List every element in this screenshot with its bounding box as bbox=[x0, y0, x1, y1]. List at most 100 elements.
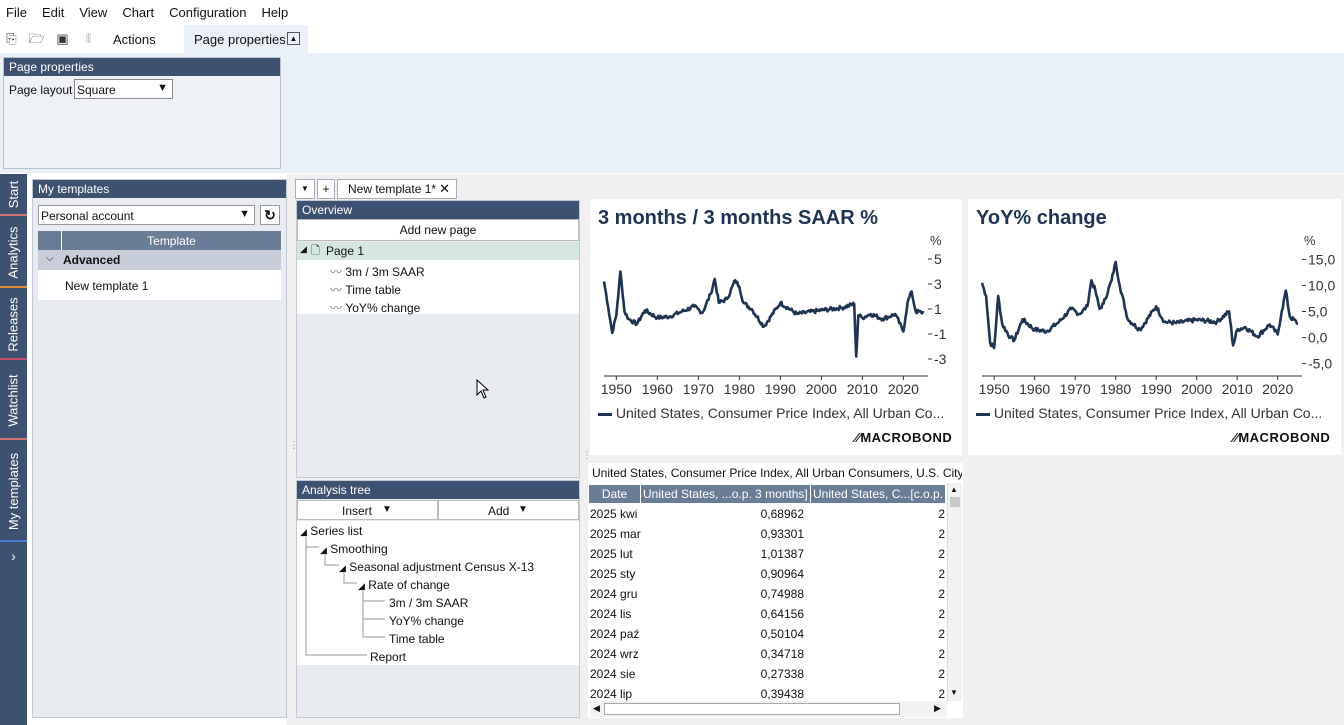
page-layout-label: Page layout bbox=[9, 83, 73, 97]
table-row[interactable]: 2024 paź 0,50104 2 bbox=[590, 624, 945, 644]
menu-edit[interactable]: Edit bbox=[42, 5, 64, 20]
refresh-icon[interactable]: ↻ bbox=[260, 205, 280, 225]
vertical-scrollbar[interactable]: ▲ ▼ bbox=[947, 483, 962, 701]
table-row[interactable]: 2024 wrz 0,34718 2 bbox=[590, 644, 945, 664]
tree-smoothing[interactable]: ◢ Smoothing bbox=[320, 542, 388, 556]
side-tab-bar: Start Analytics Releases Watchlist My te… bbox=[0, 174, 27, 725]
add-tab-button[interactable]: + bbox=[317, 179, 335, 199]
column-header-series-1[interactable]: United States, ...o.p. 3 months] bbox=[641, 485, 811, 503]
page-properties-tab[interactable]: Page properties ▲ bbox=[184, 25, 308, 53]
chevron-down-icon: ▼ bbox=[382, 504, 392, 515]
table-row[interactable]: 2025 lut 1,01387 2 bbox=[590, 544, 945, 564]
side-tab-analytics[interactable]: Analytics bbox=[0, 218, 27, 288]
actions-tab[interactable]: Actions bbox=[113, 32, 156, 47]
collapse-ribbon-icon[interactable]: ▲ bbox=[287, 32, 300, 45]
my-templates-header: My templates bbox=[33, 180, 286, 198]
account-value: Personal account bbox=[41, 209, 134, 223]
side-tab-start[interactable]: Start bbox=[0, 174, 27, 216]
tree-chart-3m-saar[interactable]: 〰 3m / 3m SAAR bbox=[330, 263, 425, 280]
template-group-advanced[interactable]: ⌵ Advanced bbox=[38, 250, 281, 270]
tree-chart-yoy[interactable]: 〰 YoY% change bbox=[330, 299, 420, 316]
account-select[interactable]: Personal account ▼ bbox=[38, 205, 255, 225]
table-cell: 0,74988 bbox=[760, 587, 804, 601]
side-tab-watchlist[interactable]: Watchlist bbox=[0, 362, 27, 440]
tree-time-table[interactable]: 〰 Time table bbox=[330, 281, 401, 298]
y-tick-label: 1 bbox=[934, 301, 942, 317]
chart-card-yoy[interactable]: YoY% change % 15,0 10,0 5,0 0,0 -5,0 1950 1960 1… bbox=[968, 199, 1341, 455]
close-icon[interactable]: ✕ bbox=[439, 180, 450, 198]
table-cell: 2025 kwi bbox=[590, 507, 638, 521]
menu-chart[interactable]: Chart bbox=[122, 5, 154, 20]
scroll-left-icon[interactable]: ◀ bbox=[593, 703, 600, 714]
menu-help[interactable]: Help bbox=[261, 5, 288, 20]
new-document-icon[interactable]: ⎘ bbox=[3, 30, 20, 47]
open-folder-icon[interactable]: 🗁 bbox=[28, 30, 45, 47]
legend-swatch bbox=[976, 412, 990, 416]
x-tick-label: 1970 bbox=[683, 381, 714, 397]
analysis-tree-header: Analysis tree bbox=[297, 481, 579, 499]
table-cell: 0,68962 bbox=[760, 507, 804, 521]
chart-legend: United States, Consumer Price Index, All… bbox=[598, 405, 950, 421]
y-axis-unit: % bbox=[930, 233, 942, 248]
chart-card-saar[interactable]: 3 months / 3 months SAAR % % 5 3 1 -1 -3 1950 1… bbox=[590, 199, 962, 455]
table-row[interactable]: 2025 sty 0,90964 2 bbox=[590, 564, 945, 584]
chart-legend: United States, Consumer Price Index, All… bbox=[976, 405, 1336, 421]
insert-button[interactable]: Insert ▼ bbox=[297, 500, 438, 520]
y-tick-label: -5,0 bbox=[1308, 356, 1332, 372]
y-tick-label: 5 bbox=[934, 251, 942, 267]
table-row[interactable]: 2025 mar 0,93301 2 bbox=[590, 524, 945, 544]
x-tick-label: 1960 bbox=[1019, 381, 1050, 397]
chevron-down-icon: ▼ bbox=[157, 82, 168, 94]
expand-icon[interactable]: › bbox=[0, 546, 27, 566]
page-layout-select[interactable]: Square ▼ bbox=[74, 79, 173, 99]
scroll-down-icon[interactable]: ▼ bbox=[950, 688, 958, 697]
horizontal-scrollbar[interactable]: ◀ ▶ bbox=[590, 701, 947, 717]
expanded-triangle-icon: ◢ bbox=[300, 244, 307, 254]
scroll-right-icon[interactable]: ▶ bbox=[934, 703, 941, 714]
mouse-cursor-icon bbox=[476, 379, 490, 399]
tree-time-table[interactable]: Time table bbox=[389, 632, 445, 646]
tab-new-template[interactable]: New template 1* ✕ bbox=[337, 179, 457, 199]
table-row[interactable]: 2024 lis 0,64156 2 bbox=[590, 604, 945, 624]
document-tab-strip: ▼ + New template 1* ✕ bbox=[295, 179, 580, 199]
menu-view[interactable]: View bbox=[79, 5, 107, 20]
tab-label: New template 1* bbox=[348, 182, 437, 196]
tree-series-list[interactable]: ◢ Series list bbox=[300, 524, 362, 538]
template-item[interactable]: New template 1 bbox=[38, 270, 281, 300]
menu-configuration[interactable]: Configuration bbox=[169, 5, 246, 20]
side-tab-releases[interactable]: Releases bbox=[0, 290, 27, 360]
chevron-down-icon: ▼ bbox=[239, 208, 250, 220]
scroll-up-icon[interactable]: ▲ bbox=[950, 485, 958, 494]
toolbar: ⎘ 🗁 ▣ ⫴ Actions Page properties ▲ bbox=[0, 25, 1344, 53]
scrollbar-thumb[interactable] bbox=[950, 497, 960, 507]
tree-3m-saar[interactable]: 3m / 3m SAAR bbox=[389, 596, 468, 610]
tree-page-1[interactable]: ◢ 🗋 Page 1 bbox=[297, 242, 579, 260]
y-tick-label: 3 bbox=[934, 276, 942, 292]
table-cell: 2 bbox=[938, 567, 945, 581]
table-cell: 0,64156 bbox=[760, 607, 804, 621]
tree-yoy-change[interactable]: YoY% change bbox=[389, 614, 464, 628]
table-cell: 0,90964 bbox=[760, 567, 804, 581]
column-header-series-2[interactable]: United States, C...[c.o.p. 1 bbox=[811, 485, 946, 503]
chart-line-icon: 〰 bbox=[330, 265, 343, 279]
legend-label: United States, Consumer Price Index, All… bbox=[615, 405, 945, 421]
tree-rate-of-change[interactable]: ◢ Rate of change bbox=[358, 578, 450, 592]
table-cell: 2025 lut bbox=[590, 547, 633, 561]
table-row[interactable]: 2025 kwi 0,68962 2 bbox=[590, 504, 945, 524]
series-line bbox=[980, 260, 1299, 350]
tab-list-dropdown[interactable]: ▼ bbox=[295, 179, 315, 199]
add-button[interactable]: Add ▼ bbox=[438, 500, 579, 520]
scrollbar-thumb[interactable] bbox=[604, 703, 900, 715]
table-row[interactable]: 2024 sie 0,27338 2 bbox=[590, 664, 945, 684]
save-icon[interactable]: ▣ bbox=[54, 30, 71, 47]
column-header-date[interactable]: Date bbox=[589, 485, 641, 503]
chevron-down-icon: ⌵ bbox=[46, 253, 54, 264]
add-new-page-button[interactable]: Add new page bbox=[297, 219, 579, 241]
tree-seasonal-adjustment[interactable]: ◢ Seasonal adjustment Census X-13 bbox=[339, 560, 534, 574]
side-tab-my-templates[interactable]: My templates bbox=[0, 442, 27, 542]
x-tick-label: 2020 bbox=[1262, 381, 1293, 397]
table-cell: 2 bbox=[938, 547, 945, 561]
menu-file[interactable]: File bbox=[6, 5, 27, 20]
tree-report[interactable]: Report bbox=[370, 650, 406, 664]
table-row[interactable]: 2024 gru 0,74988 2 bbox=[590, 584, 945, 604]
